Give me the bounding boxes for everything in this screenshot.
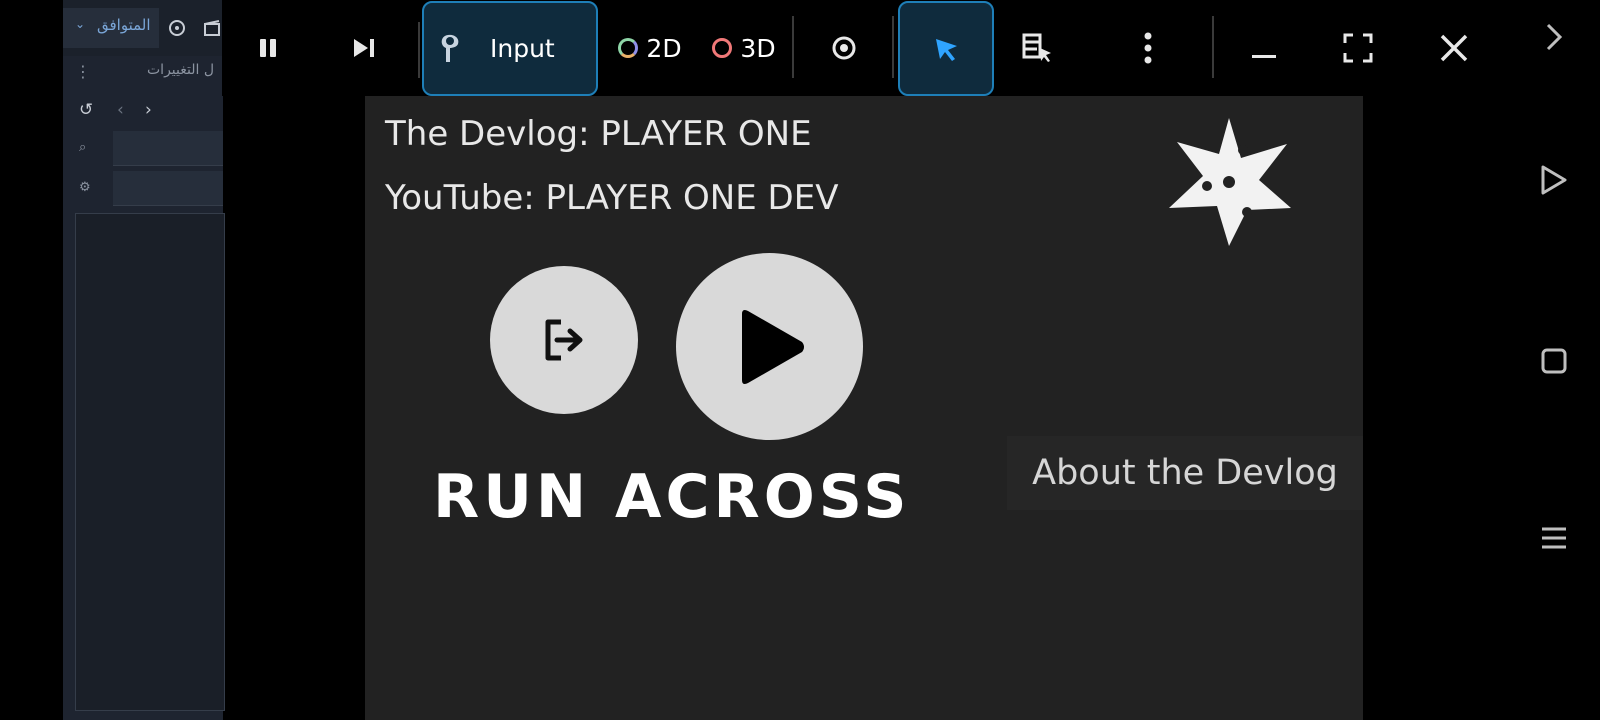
- nav-play-button[interactable]: [1508, 164, 1600, 196]
- play-icon: [741, 309, 804, 384]
- dock-title: ل التغييرات: [147, 62, 214, 78]
- system-nav-rail: [1508, 0, 1600, 720]
- toolbar-separator: [792, 16, 794, 78]
- mode-3d-button[interactable]: 3D: [702, 24, 786, 72]
- step-frame-button[interactable]: [340, 24, 388, 72]
- input-probe-icon: [441, 34, 459, 62]
- mode-3d-label: 3D: [740, 33, 776, 63]
- clapper-icon[interactable]: [203, 19, 221, 37]
- devlog-credit-text: The Devlog: PLAYER ONE: [385, 114, 812, 154]
- about-devlog-label: About the Devlog: [1032, 453, 1338, 493]
- about-devlog-button[interactable]: About the Devlog: [1007, 436, 1363, 510]
- more-options-button[interactable]: [1124, 24, 1172, 72]
- pause-icon: [260, 39, 276, 57]
- chevron-right-icon: [1546, 23, 1563, 51]
- fullscreen-button[interactable]: [1334, 24, 1382, 72]
- film-reel-icon[interactable]: [168, 19, 186, 37]
- eye-icon: [832, 36, 856, 60]
- doc-search-icon[interactable]: ⌕: [79, 140, 86, 155]
- fullscreen-icon: [1343, 33, 1373, 63]
- more-vertical-icon: [1144, 32, 1152, 64]
- history-icon[interactable]: ↺: [79, 100, 93, 120]
- toolbar-separator: [1212, 16, 1214, 78]
- select-mode-button[interactable]: [898, 1, 994, 96]
- play-outline-icon: [1541, 165, 1567, 195]
- minimize-button[interactable]: [1240, 24, 1288, 72]
- select-cursor-icon: [936, 38, 957, 61]
- minimize-icon: [1252, 55, 1276, 58]
- list-select-button[interactable]: [1008, 24, 1068, 72]
- game-toolbar: Input 2D 3D: [222, 0, 1508, 96]
- dock-menu-icon[interactable]: ⋮: [75, 62, 91, 81]
- mode-3d-icon: [712, 38, 733, 58]
- doc-field[interactable]: [113, 131, 223, 166]
- youtube-credit-text: YouTube: PLAYER ONE DEV: [385, 178, 839, 218]
- mode-2d-icon: [618, 38, 639, 58]
- list-select-icon: [1022, 33, 1051, 62]
- toolbar-separator: [892, 16, 894, 78]
- nav-menu-button[interactable]: [1508, 526, 1600, 550]
- close-button[interactable]: [1430, 24, 1478, 72]
- shuriken-logo: [1169, 118, 1291, 246]
- pause-button[interactable]: [244, 24, 292, 72]
- close-icon: [1440, 34, 1468, 62]
- tools-icon[interactable]: ⚙: [79, 180, 91, 195]
- visibility-button[interactable]: [814, 24, 874, 72]
- input-button[interactable]: Input: [422, 1, 598, 96]
- toolbar-separator: [418, 22, 420, 78]
- mode-2d-label: 2D: [646, 33, 682, 63]
- nav-forward-button[interactable]: ›: [145, 100, 152, 120]
- nav-expand-button[interactable]: [1508, 22, 1600, 52]
- step-forward-icon: [354, 39, 374, 57]
- chevron-down-icon[interactable]: ⌄: [75, 17, 85, 31]
- game-viewport: The Devlog: PLAYER ONE YouTube: PLAYER O…: [365, 96, 1363, 720]
- exit-button[interactable]: [490, 266, 638, 414]
- nav-back-button[interactable]: ‹: [117, 100, 124, 120]
- filter-field[interactable]: [113, 171, 223, 206]
- game-title: RUN ACROSS: [433, 462, 911, 532]
- menu-icon: [1542, 527, 1566, 549]
- dock-content-panel: [75, 213, 225, 711]
- mode-2d-button[interactable]: 2D: [608, 24, 692, 72]
- exit-icon: [545, 319, 583, 361]
- play-button[interactable]: [676, 253, 863, 440]
- history-nav: ↺ ‹ ›: [71, 98, 223, 126]
- nav-recents-button[interactable]: [1508, 348, 1600, 374]
- editor-dock: ⌄ المتوافق ⋮ ل التغييرات ↺ ‹ › ⌕ ⚙: [63, 0, 225, 720]
- recents-square-icon: [1541, 348, 1567, 374]
- input-button-label: Input: [490, 34, 555, 63]
- compat-tab-label[interactable]: المتوافق: [97, 16, 151, 34]
